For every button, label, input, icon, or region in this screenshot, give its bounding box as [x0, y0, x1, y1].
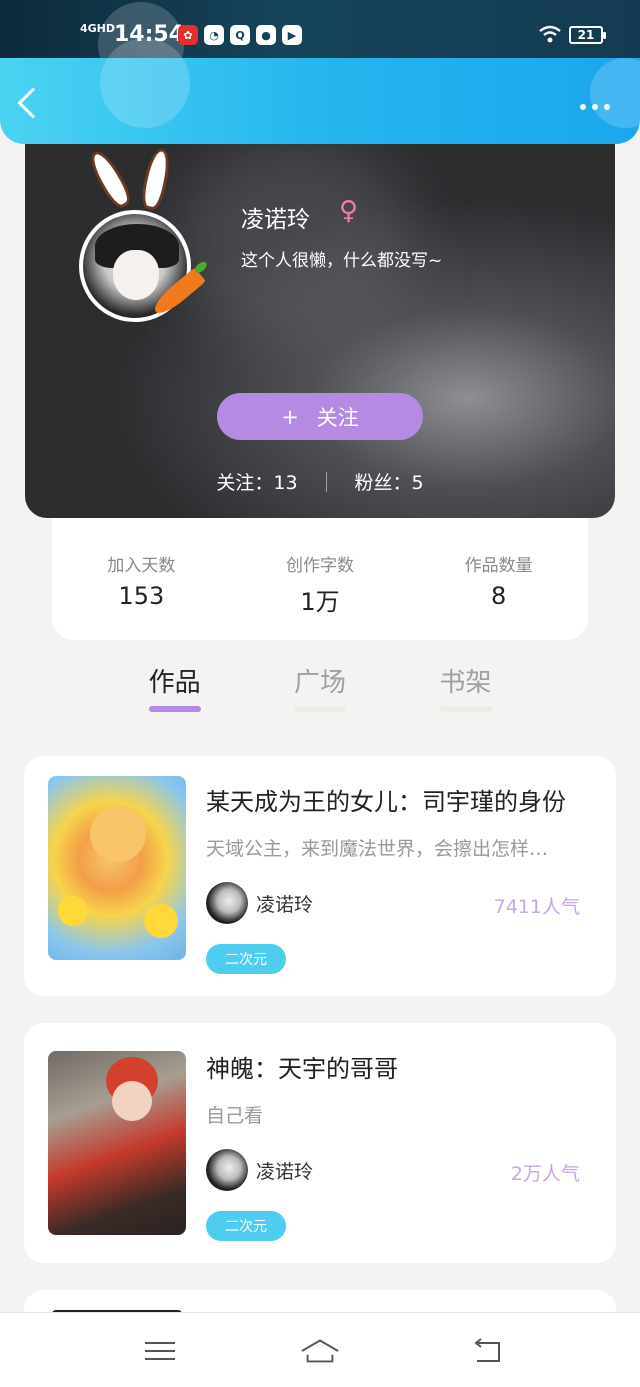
follow-button-label: 关注 — [316, 405, 359, 430]
work-author[interactable]: 凌诺玲 — [206, 1149, 313, 1191]
cover-flower — [58, 896, 88, 926]
profile-tabs: 作品 广场 书架 — [102, 662, 538, 714]
bunny-ear-left — [84, 146, 136, 212]
play-icon: ▶ — [282, 25, 302, 45]
fans-count[interactable]: 粉丝：5 — [355, 468, 424, 495]
work-desc: 自己看 — [206, 1105, 264, 1127]
tab-indicator — [439, 706, 492, 712]
stats-card: 加入天数 153 创作字数 1万 作品数量 8 — [52, 518, 588, 640]
profile-name: 凌诺玲 — [241, 207, 310, 233]
network-indicator: 4GHD — [80, 22, 116, 35]
follow-stats: 关注：13 粉丝：5 — [25, 468, 615, 495]
tab-indicator — [149, 706, 201, 712]
more-dots-icon[interactable] — [580, 104, 610, 110]
speed-icon: ◔ — [204, 25, 224, 45]
weibo-icon: ✿ — [178, 25, 198, 45]
stat-value: 1万 — [300, 588, 340, 616]
bunny-ear-right — [138, 146, 174, 212]
stat-label: 作品数量 — [464, 556, 533, 576]
cover-figure — [90, 806, 146, 862]
work-popularity: 7411人气 — [493, 896, 580, 918]
work-tag[interactable]: 二次元 — [206, 944, 286, 974]
app-header — [0, 38, 640, 144]
decor-bubble — [590, 58, 640, 128]
stat-works-count: 作品数量 8 — [409, 518, 588, 640]
tab-label: 作品 — [148, 668, 201, 698]
profile-hero: 凌诺玲 ♀ 这个人很懒，什么都没写~ + 关注 关注：13 粉丝：5 — [25, 120, 615, 518]
tab-works[interactable]: 作品 — [102, 662, 247, 714]
following-count[interactable]: 关注：13 — [216, 468, 297, 495]
work-title[interactable]: 某天成为王的女儿：司宇瑾的身份 — [206, 782, 566, 817]
tab-label: 书架 — [439, 668, 492, 698]
back-icon[interactable] — [468, 1335, 508, 1367]
work-title[interactable]: 神魄：天宇的哥哥 — [206, 1049, 398, 1084]
author-avatar — [206, 882, 248, 924]
author-name: 凌诺玲 — [256, 893, 314, 916]
author-avatar — [206, 1149, 248, 1191]
cover-figure-face — [112, 1081, 152, 1121]
profile-bio: 这个人很懒，什么都没写~ — [241, 251, 443, 271]
stat-join-days: 加入天数 153 — [52, 518, 231, 640]
work-cover — [48, 776, 186, 960]
cover-flower — [144, 904, 178, 938]
divider — [325, 471, 327, 492]
plus-icon: + — [281, 404, 299, 429]
tab-label: 广场 — [293, 668, 346, 698]
work-tag[interactable]: 二次元 — [206, 1211, 286, 1241]
tab-bookshelf[interactable]: 书架 — [393, 662, 538, 714]
decor-bubble — [100, 38, 190, 128]
work-author[interactable]: 凌诺玲 — [206, 882, 313, 924]
work-card[interactable]: 某天成为王的女儿：司宇瑾的身份 天域公主，来到魔法世界，会擦出怎样… 凌诺玲 7… — [24, 756, 616, 996]
chat-icon: ● — [256, 25, 276, 45]
notification-icons: ✿ ◔ Q ● ▶ — [178, 25, 302, 45]
work-popularity: 2万人气 — [510, 1163, 580, 1185]
author-name: 凌诺玲 — [256, 1160, 314, 1183]
stat-word-count: 创作字数 1万 — [231, 518, 410, 640]
work-cover — [48, 1051, 186, 1235]
follow-button[interactable]: + 关注 — [217, 393, 423, 440]
tab-square[interactable]: 广场 — [247, 662, 392, 714]
stat-value: 153 — [118, 582, 165, 610]
home-icon[interactable] — [300, 1335, 340, 1367]
chevron-left-icon[interactable] — [17, 87, 49, 119]
work-desc: 天域公主，来到魔法世界，会擦出怎样… — [206, 838, 549, 860]
female-icon: ♀ — [339, 196, 359, 226]
work-card[interactable]: 神魄：天宇的哥哥 自己看 凌诺玲 2万人气 二次元 — [24, 1023, 616, 1263]
avatar[interactable] — [79, 146, 207, 322]
stat-label: 加入天数 — [107, 556, 176, 576]
tab-indicator — [294, 706, 347, 712]
wifi-icon — [539, 25, 561, 43]
avatar-face — [113, 250, 159, 300]
q-icon: Q — [230, 25, 250, 45]
hero-glow — [175, 140, 415, 340]
battery-indicator: 21 — [569, 26, 606, 44]
system-nav-bar — [0, 1312, 640, 1387]
stat-value: 8 — [491, 582, 507, 610]
stat-label: 创作字数 — [286, 556, 354, 576]
menu-icon[interactable] — [140, 1335, 180, 1367]
